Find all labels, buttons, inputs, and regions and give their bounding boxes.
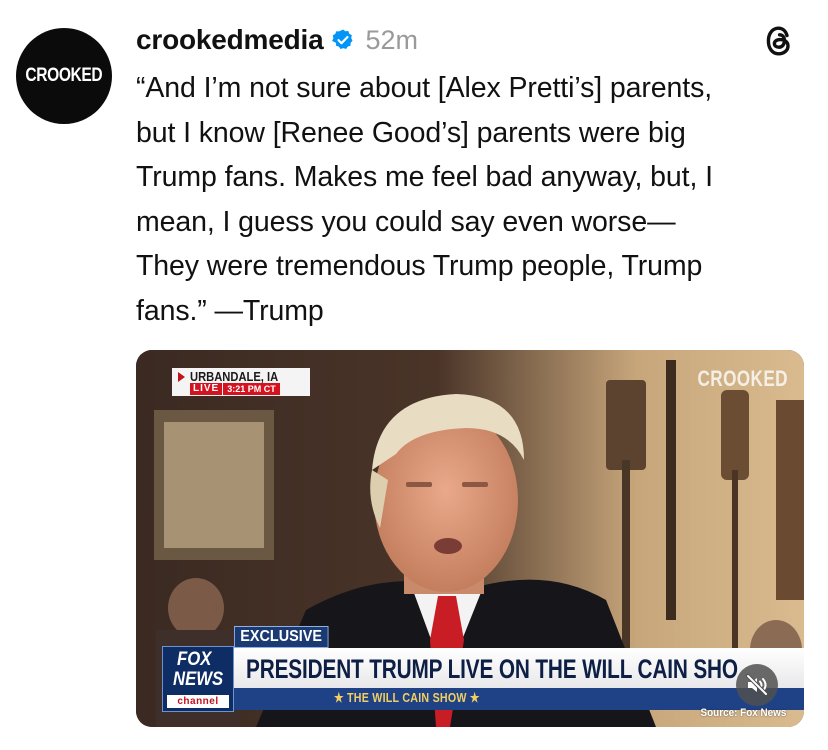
location-label: URBANDALE, IA [190,369,279,384]
post-header: crookedmedia 52m [136,20,418,60]
live-label: LIVE [190,383,223,395]
username[interactable]: crookedmedia [136,24,324,56]
chyron-headline: PRESIDENT TRUMP LIVE ON THE WILL CAIN SH… [246,654,738,684]
show-name: ★ THE WILL CAIN SHOW ★ [334,690,480,705]
speaker-muted-icon [746,674,768,696]
play-arrow-icon [178,372,185,382]
threads-icon[interactable] [762,24,796,58]
live-time: 3:21 PM CT [223,383,280,395]
exclusive-tag: EXCLUSIVE [234,626,329,648]
source-credit: Source: Fox News [700,707,786,719]
location-tag: URBANDALE, IA LIVE 3:21 PM CT [172,368,310,396]
watermark: CROOKED [697,366,788,391]
mute-button[interactable] [736,664,778,706]
network-line-3: channel [167,695,229,708]
post-video[interactable]: URBANDALE, IA LIVE 3:21 PM CT CROOKED EX… [136,350,804,727]
post-text: “And I’m not sure about [Alex Pretti’s] … [136,72,713,327]
lower-third-banner: PRESIDENT TRUMP LIVE ON THE WILL CAIN SH… [234,648,804,688]
live-indicator: LIVE 3:21 PM CT [190,383,280,395]
fox-news-logo: FOX NEWS channel [162,646,234,712]
verified-badge-icon [332,29,353,49]
network-line-2: NEWS [173,669,224,690]
avatar[interactable]: CROOKED [16,28,112,124]
avatar-logo-text: CROOKED [25,65,103,86]
network-line-1: FOX [177,649,212,670]
post-timestamp: 52m [365,24,418,55]
